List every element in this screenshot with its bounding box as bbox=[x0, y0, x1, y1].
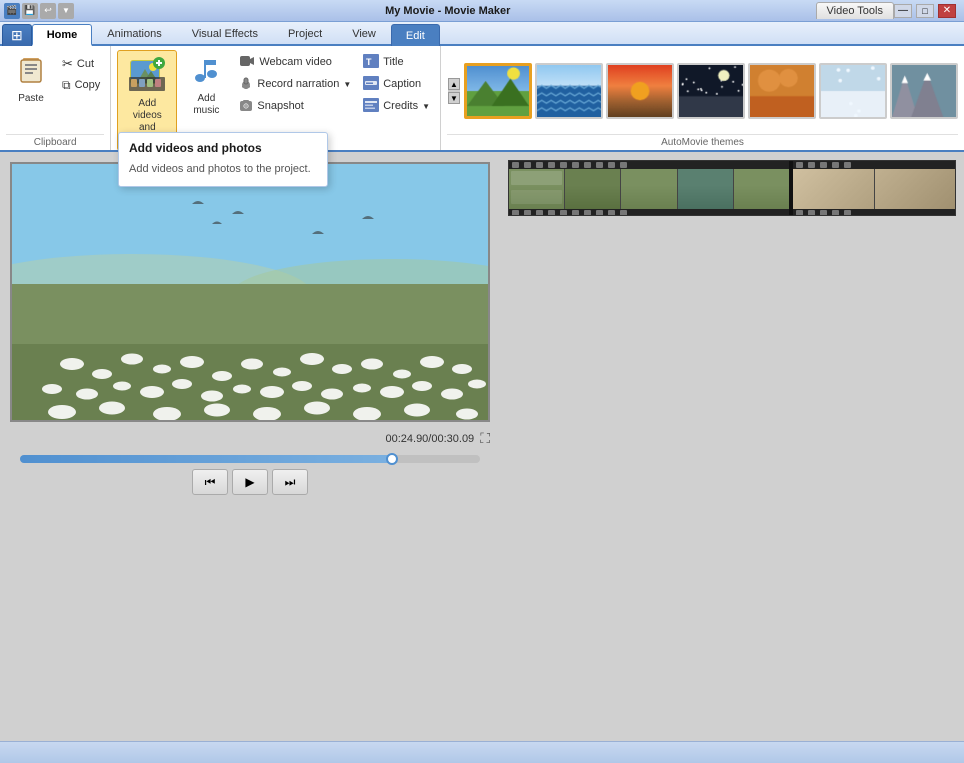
tab-visual-effects[interactable]: Visual Effects bbox=[177, 22, 273, 44]
rewind-button[interactable]: ⏮ bbox=[192, 469, 228, 495]
preview-panel: 00:24.90/00:30.09 ⛶ ⏮ ▶ ⏭ bbox=[0, 152, 500, 741]
cut-icon: ✂ bbox=[62, 56, 73, 72]
paste-icon bbox=[15, 54, 47, 91]
cut-button[interactable]: ✂ Cut bbox=[58, 54, 104, 74]
film-segment-2[interactable] bbox=[793, 161, 955, 216]
tab-file[interactable]: ⊞ bbox=[2, 24, 32, 46]
film-segment-1[interactable] bbox=[509, 161, 789, 216]
webcam-icon bbox=[239, 54, 255, 71]
quick-access-save[interactable]: 💾 bbox=[22, 3, 38, 19]
record-button[interactable]: Record narration ▼ bbox=[235, 74, 355, 94]
add-music-button[interactable]: Addmusic bbox=[181, 50, 231, 121]
paste-button[interactable]: Paste bbox=[6, 50, 56, 109]
video-tools-tab[interactable]: Video Tools bbox=[816, 2, 894, 19]
copy-label: Copy bbox=[75, 79, 101, 91]
credits-button[interactable]: Credits ▼ bbox=[359, 96, 434, 116]
snapshot-icon bbox=[239, 98, 253, 115]
progress-fill bbox=[20, 455, 393, 463]
app-icon: 🎬 bbox=[4, 3, 20, 19]
record-label: Record narration bbox=[257, 78, 339, 90]
forward-button[interactable]: ⏭ bbox=[272, 469, 308, 495]
paste-label: Paste bbox=[18, 93, 44, 105]
snapshot-label: Snapshot bbox=[257, 100, 303, 112]
playback-controls: ⏮ ▶ ⏭ bbox=[10, 469, 490, 495]
add-music-label: Addmusic bbox=[193, 93, 219, 117]
time-text: 00:24.90/00:30.09 bbox=[385, 433, 474, 445]
tooltip-title: Add videos and photos bbox=[129, 141, 317, 155]
tab-view[interactable]: View bbox=[337, 22, 391, 44]
tab-project[interactable]: Project bbox=[273, 22, 337, 44]
title-bar: 🎬 💾 ↩ ▼ My Movie - Movie Maker Video Too… bbox=[0, 0, 964, 22]
theme-5[interactable] bbox=[748, 63, 816, 119]
title-button[interactable]: T Title bbox=[359, 52, 434, 72]
tab-edit[interactable]: Edit bbox=[391, 24, 440, 46]
timeline-strip[interactable] bbox=[508, 160, 956, 216]
copy-icon: ⧉ bbox=[62, 78, 71, 93]
progress-bar[interactable] bbox=[20, 455, 480, 463]
time-display: 00:24.90/00:30.09 ⛶ bbox=[10, 428, 490, 449]
caption-label: Caption bbox=[383, 78, 421, 90]
tooltip-popup: Add videos and photos Add videos and pho… bbox=[118, 132, 328, 187]
themes-scrollbar[interactable]: ▲ ▼ bbox=[447, 76, 461, 106]
title-label: Title bbox=[383, 56, 403, 68]
close-button[interactable]: ✕ bbox=[938, 4, 956, 18]
video-preview[interactable] bbox=[10, 162, 490, 422]
status-bar bbox=[0, 741, 964, 763]
snapshot-button[interactable]: Snapshot bbox=[235, 96, 355, 116]
webcam-label: Webcam video bbox=[259, 56, 332, 68]
tab-animations[interactable]: Animations bbox=[92, 22, 176, 44]
automovie-themes-group: ▲ ▼ bbox=[441, 46, 964, 150]
timeline-panel bbox=[500, 152, 964, 741]
record-dropdown[interactable]: ▼ bbox=[343, 80, 351, 89]
ribbon-tabs: ⊞ Home Animations Visual Effects Project… bbox=[0, 22, 964, 46]
theme-2[interactable] bbox=[535, 63, 603, 119]
credits-label: Credits bbox=[383, 100, 418, 112]
webcam-button[interactable]: Webcam video bbox=[235, 52, 355, 72]
cut-label: Cut bbox=[77, 58, 94, 70]
progress-thumb[interactable] bbox=[386, 453, 398, 465]
theme-7[interactable] bbox=[890, 63, 958, 119]
themes-scroll-down[interactable]: ▼ bbox=[448, 92, 460, 104]
tab-home[interactable]: Home bbox=[32, 24, 93, 46]
caption-icon bbox=[363, 76, 379, 93]
caption-button[interactable]: Caption bbox=[359, 74, 434, 94]
add-music-icon bbox=[190, 54, 222, 91]
theme-1[interactable] bbox=[464, 63, 532, 119]
quick-access-menu[interactable]: ▼ bbox=[58, 3, 74, 19]
record-icon bbox=[239, 76, 253, 93]
themes-label: AutoMovie themes bbox=[447, 134, 958, 148]
add-videos-icon bbox=[129, 55, 165, 96]
copy-button[interactable]: ⧉ Copy bbox=[58, 75, 104, 95]
credits-icon bbox=[363, 98, 379, 115]
theme-6[interactable] bbox=[819, 63, 887, 119]
title-icon: T bbox=[363, 54, 379, 71]
fullscreen-button[interactable]: ⛶ bbox=[480, 430, 490, 447]
maximize-button[interactable]: □ bbox=[916, 4, 934, 18]
quick-access-undo[interactable]: ↩ bbox=[40, 3, 56, 19]
play-button[interactable]: ▶ bbox=[232, 469, 268, 495]
app-title: My Movie - Movie Maker bbox=[80, 5, 816, 17]
themes-scroll-up[interactable]: ▲ bbox=[448, 78, 460, 90]
credits-dropdown[interactable]: ▼ bbox=[422, 102, 430, 111]
theme-4[interactable] bbox=[677, 63, 745, 119]
svg-text:T: T bbox=[366, 57, 372, 67]
tooltip-description: Add videos and photos to the project. bbox=[129, 161, 317, 178]
main-area: 00:24.90/00:30.09 ⛶ ⏮ ▶ ⏭ bbox=[0, 152, 964, 741]
minimize-button[interactable]: — bbox=[894, 4, 912, 18]
clipboard-label: Clipboard bbox=[6, 134, 104, 148]
clipboard-group: Paste ✂ Cut ⧉ Copy Clipboard bbox=[0, 46, 111, 150]
theme-3[interactable] bbox=[606, 63, 674, 119]
